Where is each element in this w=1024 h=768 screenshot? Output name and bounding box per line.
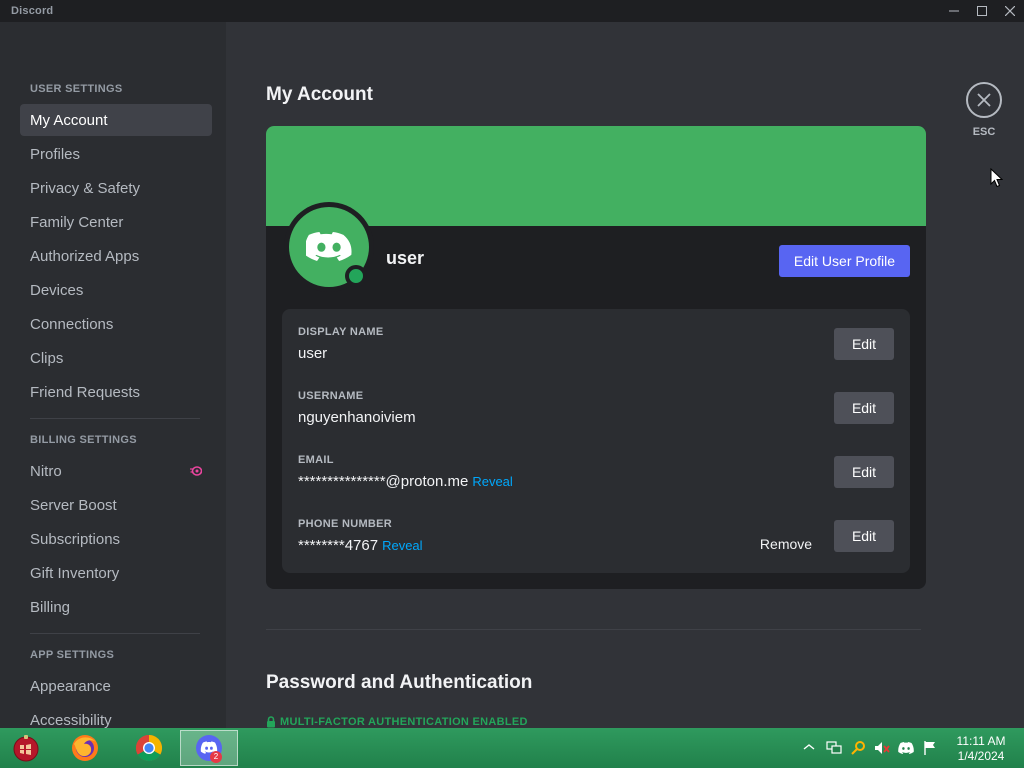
- notification-badge: 2: [210, 751, 222, 763]
- close-window-button[interactable]: [996, 0, 1024, 22]
- start-button[interactable]: [4, 730, 48, 766]
- volume-muted-icon: [875, 742, 890, 754]
- close-icon: [977, 93, 991, 107]
- edit-display-name-button[interactable]: Edit: [834, 328, 894, 360]
- edit-phone-button[interactable]: Edit: [834, 520, 894, 552]
- network-icon: [826, 741, 842, 754]
- sidebar-divider: [30, 633, 200, 634]
- sidebar-item-authorized-apps[interactable]: Authorized Apps: [20, 240, 212, 272]
- maximize-icon: [977, 6, 987, 16]
- reveal-phone-link[interactable]: Reveal: [382, 538, 422, 553]
- discord-tray[interactable]: [897, 740, 915, 756]
- online-status-indicator: [345, 265, 367, 287]
- clock-date: 1/4/2024: [957, 749, 1005, 763]
- account-info-panel: DISPLAY NAME user Edit USERNAME nguyenha…: [282, 309, 910, 573]
- section-heading-user-settings: USER SETTINGS: [30, 83, 123, 95]
- key-tray[interactable]: [849, 740, 867, 756]
- start-orb-icon: [13, 735, 39, 762]
- nitro-icon: [190, 466, 202, 476]
- sidebar-item-clips[interactable]: Clips: [20, 342, 212, 374]
- email-field: ***************@proton.me Reveal: [298, 473, 513, 490]
- sidebar-item-friend-requests[interactable]: Friend Requests: [20, 376, 212, 408]
- edit-email-button[interactable]: Edit: [834, 456, 894, 488]
- reveal-email-link[interactable]: Reveal: [472, 474, 512, 489]
- show-hidden-icons-button[interactable]: [800, 740, 818, 756]
- taskbar-chrome[interactable]: [127, 730, 171, 766]
- title-bar: Discord: [0, 0, 1024, 22]
- password-auth-heading: Password and Authentication: [266, 672, 533, 693]
- page-title: My Account: [266, 84, 373, 105]
- sidebar-item-my-account[interactable]: My Account: [20, 104, 212, 136]
- edit-username-button[interactable]: Edit: [834, 392, 894, 424]
- lock-icon: [267, 716, 275, 728]
- mfa-status-text: MULTI-FACTOR AUTHENTICATION ENABLED: [280, 716, 528, 728]
- sidebar-item-family-center[interactable]: Family Center: [20, 206, 212, 238]
- minimize-icon: [949, 10, 959, 12]
- sidebar-item-privacy-safety[interactable]: Privacy & Safety: [20, 172, 212, 204]
- username-label: USERNAME: [298, 390, 364, 402]
- sidebar-item-server-boost[interactable]: Server Boost: [20, 489, 212, 521]
- phone-number-value: ********4767: [298, 537, 379, 554]
- esc-label: ESC: [972, 126, 996, 138]
- discord-tray-icon: [898, 742, 914, 754]
- sidebar-item-appearance[interactable]: Appearance: [20, 670, 212, 702]
- network-tray[interactable]: [825, 740, 843, 756]
- email-value: ***************@proton.me: [298, 473, 469, 490]
- section-heading-app-settings: APP SETTINGS: [30, 649, 115, 661]
- taskbar-clock[interactable]: 11:11 AM 1/4/2024: [945, 734, 1017, 764]
- profile-banner: [266, 126, 926, 226]
- close-settings[interactable]: ESC: [966, 82, 1002, 138]
- maximize-button[interactable]: [968, 0, 996, 22]
- section-heading-billing-settings: BILLING SETTINGS: [30, 434, 137, 446]
- email-label: EMAIL: [298, 454, 334, 466]
- section-divider: [266, 629, 921, 630]
- phone-field: ********4767 Reveal: [298, 537, 423, 554]
- sidebar-item-accessibility[interactable]: Accessibility: [20, 704, 212, 729]
- sidebar-item-subscriptions[interactable]: Subscriptions: [20, 523, 212, 555]
- sidebar-item-label: Nitro: [30, 462, 62, 480]
- display-name-value: user: [298, 345, 328, 362]
- app-title: Discord: [11, 5, 54, 17]
- sidebar-item-profiles[interactable]: Profiles: [20, 138, 212, 170]
- account-card: user Edit User Profile DISPLAY NAME user…: [266, 126, 926, 589]
- sidebar-item-billing[interactable]: Billing: [20, 591, 212, 623]
- minimize-button[interactable]: [940, 0, 968, 22]
- edit-user-profile-button[interactable]: Edit User Profile: [779, 245, 910, 277]
- settings-sidebar: USER SETTINGS My Account Profiles Privac…: [0, 22, 226, 728]
- close-icon: [1005, 6, 1015, 16]
- remove-phone-button[interactable]: Remove: [752, 528, 820, 560]
- profile-username: user: [386, 248, 425, 268]
- mouse-cursor-icon: [990, 168, 1003, 188]
- settings-content: My Account user Edit User Profile DISPLA…: [226, 22, 1024, 728]
- action-center-tray[interactable]: [921, 740, 939, 756]
- taskbar: 2 11:11 AM 1/4/2024: [0, 728, 1024, 768]
- phone-number-label: PHONE NUMBER: [298, 518, 393, 530]
- sidebar-divider: [30, 418, 200, 419]
- volume-tray[interactable]: [873, 740, 891, 756]
- tray-arrow-icon: [803, 744, 815, 750]
- discord-logo-icon: [306, 232, 352, 261]
- taskbar-firefox[interactable]: [63, 730, 107, 766]
- mfa-status: MULTI-FACTOR AUTHENTICATION ENABLED: [266, 716, 528, 728]
- clock-time: 11:11 AM: [956, 734, 1006, 748]
- taskbar-discord[interactable]: 2: [180, 730, 238, 766]
- key-icon: [851, 741, 865, 755]
- sidebar-item-nitro[interactable]: Nitro: [20, 455, 212, 487]
- username-value: nguyenhanoiviem: [298, 409, 416, 426]
- sidebar-item-gift-inventory[interactable]: Gift Inventory: [20, 557, 212, 589]
- display-name-label: DISPLAY NAME: [298, 326, 384, 338]
- firefox-icon: [72, 735, 98, 761]
- flag-icon: [924, 741, 935, 755]
- sidebar-item-devices[interactable]: Devices: [20, 274, 212, 306]
- close-settings-button[interactable]: [966, 82, 1002, 118]
- chrome-icon: [135, 734, 163, 762]
- sidebar-item-connections[interactable]: Connections: [20, 308, 212, 340]
